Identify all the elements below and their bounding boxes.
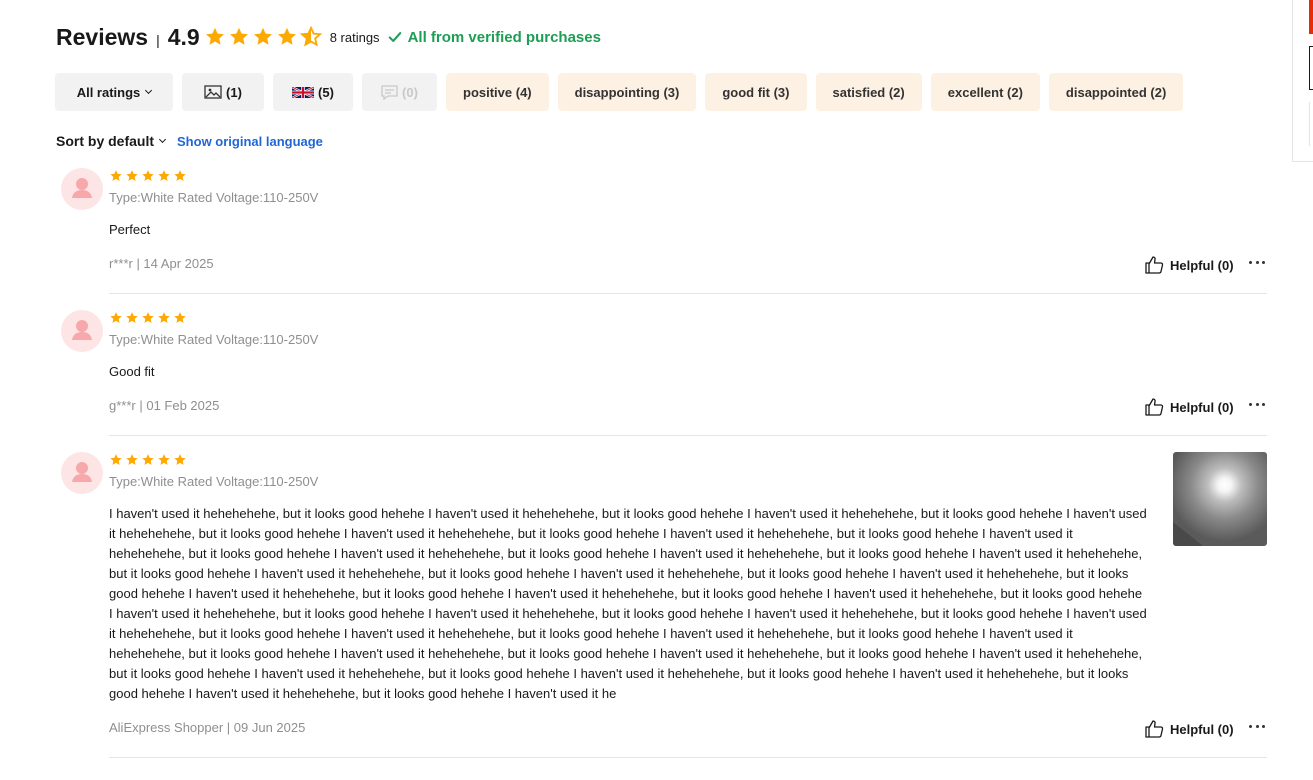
more-options-icon[interactable] [1249,721,1265,731]
filter-label: disappointing (3) [574,84,680,100]
filter-all-ratings[interactable]: All ratings [55,73,173,111]
uk-flag-icon [292,85,315,100]
filter-tag-satisfied[interactable]: satisfied (2) [815,73,922,111]
reviews-header: Reviews | 4.9 8 ratings All from verifie… [56,20,601,54]
star-icon [142,312,154,323]
sort-dropdown[interactable]: Sort by default [56,133,167,149]
review-divider [109,435,1267,436]
star-icon [110,312,122,323]
filter-tag-good-fit[interactable]: good fit (3) [705,73,807,111]
helpful-label: Helpful (0) [1170,399,1234,415]
star-icon [158,454,170,465]
reviews-title: Reviews [56,23,149,50]
star-icon [205,27,224,45]
review-author-date: AliExpress Shopper | 09 Jun 2025 [109,720,306,735]
filter-label: positive (4) [463,84,532,100]
review-stars [109,311,189,325]
avatar [61,452,103,494]
filter-bar: All ratings (1) (5) (0) positive (4) dis… [55,73,1192,111]
star-icon [277,27,296,45]
thumbs-up-icon [1145,720,1164,738]
star-icon [142,454,154,465]
average-stars [204,26,324,48]
filter-tag-disappointing[interactable]: disappointing (3) [557,73,697,111]
helpful-label: Helpful (0) [1170,257,1234,273]
star-icon [142,170,154,181]
review-author-date: g***r | 01 Feb 2025 [109,398,220,413]
thumbs-up-icon [1145,398,1164,416]
review-text: Perfect [109,222,151,237]
star-icon [158,170,170,181]
review-sku: Type:White Rated Voltage:110-250V [109,474,319,489]
star-icon [110,170,122,181]
star-icon [110,454,122,465]
more-options-icon[interactable] [1249,257,1265,267]
helpful-label: Helpful (0) [1170,721,1234,737]
side-panel-divider [1309,102,1313,146]
image-icon [204,84,222,100]
filter-label: satisfied (2) [832,84,905,100]
review-photo[interactable] [1173,452,1267,546]
helpful-button[interactable]: Helpful (0) [1144,255,1234,275]
avatar [61,310,103,352]
review-divider [109,757,1267,758]
caret-down-icon [145,86,153,94]
filter-with-photos[interactable]: (1) [182,73,264,111]
filter-label: disappointed (2) [1065,84,1167,100]
review-text: I haven't used it hehehehehe, but it loo… [109,506,1147,701]
filter-with-comments[interactable]: (0) [362,73,437,111]
side-panel-accent [1309,0,1313,34]
thumbs-up-icon [1145,256,1164,274]
filter-tag-disappointed[interactable]: disappointed (2) [1048,73,1184,111]
avatar [61,168,103,210]
star-icon [126,454,138,465]
star-icon [229,27,248,45]
sort-bar: Sort by default Show original language [56,131,323,151]
comment-icon [381,84,398,100]
side-panel-button[interactable] [1309,46,1313,90]
filter-label: (1) [226,84,242,100]
star-icon [174,170,186,181]
review-sku: Type:White Rated Voltage:110-250V [109,332,319,347]
star-icon [158,312,170,323]
show-original-language-link[interactable]: Show original language [177,134,323,149]
review-stars [109,169,189,183]
star-icon [174,312,186,323]
more-options-icon[interactable] [1249,399,1265,409]
review-sku: Type:White Rated Voltage:110-250V [109,190,319,205]
filter-tag-excellent[interactable]: excellent (2) [930,73,1040,111]
verified-badge: All from verified purchases [388,29,601,46]
review-author-date: r***r | 14 Apr 2025 [109,256,214,271]
filter-label: (5) [318,84,334,100]
caret-down-icon [158,135,167,143]
filter-label: (0) [402,84,418,100]
sort-label: Sort by default [56,133,155,149]
review-text: Good fit [109,364,155,379]
ratings-count: 8 ratings [329,29,380,45]
average-score: 4.9 [167,23,200,50]
star-icon [126,170,138,181]
header-separator: | [156,32,160,48]
half-star-icon [299,26,322,47]
verified-text: All from verified purchases [407,28,601,46]
filter-language[interactable]: (5) [273,73,353,111]
star-icon [253,27,272,45]
helpful-button[interactable]: Helpful (0) [1144,397,1234,417]
filter-label: excellent (2) [947,84,1023,100]
star-icon [126,312,138,323]
check-icon [388,32,401,42]
filter-label: good fit (3) [722,84,790,100]
filter-tag-positive[interactable]: positive (4) [446,73,549,111]
filter-label: All ratings [76,84,141,100]
star-icon [174,454,186,465]
review-stars [109,453,189,467]
helpful-button[interactable]: Helpful (0) [1144,719,1234,739]
review-divider [109,293,1267,294]
